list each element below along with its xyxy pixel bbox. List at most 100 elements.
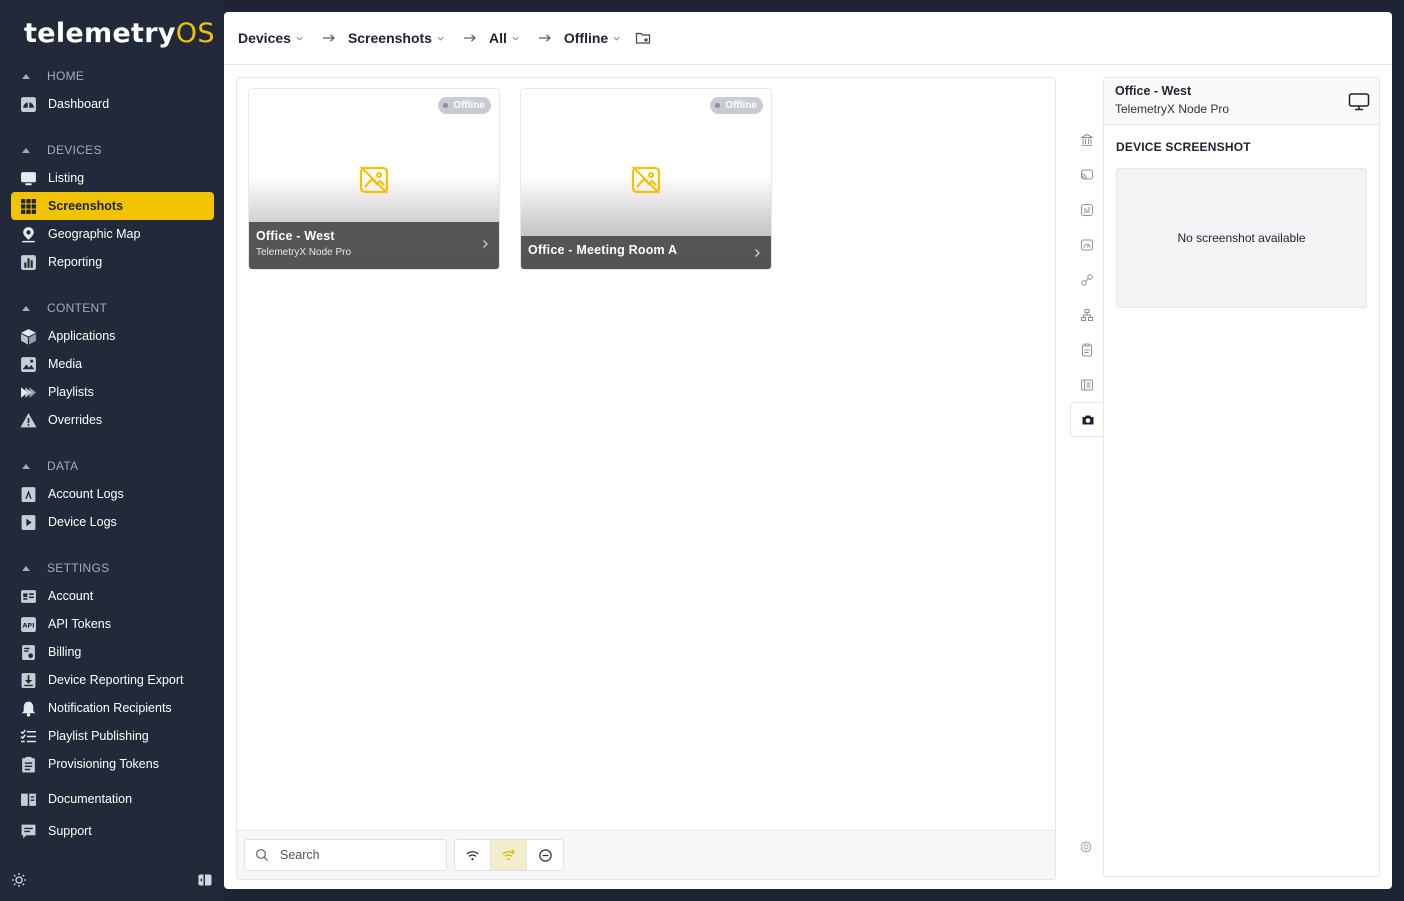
device-card-office-west[interactable]: Offline Office - West TelemetryX Node Pr…: [249, 89, 499, 269]
sidebar-item-label: Playlists: [48, 385, 94, 399]
chat-icon: [20, 823, 37, 840]
image-icon: [20, 356, 37, 373]
chevron-right-icon: [755, 249, 760, 257]
gauge-icon: [1081, 239, 1093, 250]
caret-up-icon: [22, 147, 30, 153]
sidebar-item-applications[interactable]: Applications: [11, 322, 214, 350]
sidebar-item-documentation[interactable]: Documentation: [11, 785, 214, 813]
map-pin-icon: [20, 226, 37, 243]
breadcrumb-offline[interactable]: Offline: [564, 30, 621, 46]
chevron-down-icon: [512, 36, 519, 41]
section-toggle-content[interactable]: CONTENT: [0, 294, 224, 322]
card-footer: Office - Meeting Room A: [521, 236, 771, 269]
main-panel: Devices Screenshots All Offline Offline …: [224, 12, 1392, 889]
device-card-office-meeting-room-a[interactable]: Offline Office - Meeting Room A: [521, 89, 771, 269]
rail-building-button[interactable]: [1070, 122, 1104, 157]
section-label: DEVICES: [47, 143, 102, 157]
sidebar-item-account[interactable]: Account: [11, 582, 214, 610]
device-log-icon: [20, 514, 37, 531]
section-toggle-settings[interactable]: SETTINGS: [0, 554, 224, 582]
online-filter-button[interactable]: [455, 840, 491, 870]
screenshot-grid: Offline Office - West TelemetryX Node Pr…: [236, 77, 1056, 880]
hierarchy-icon: [1081, 308, 1093, 321]
card-device-name: Office - Meeting Room A: [528, 243, 678, 257]
breadcrumb-screenshots[interactable]: Screenshots: [348, 30, 445, 46]
sidebar-item-api-tokens[interactable]: API API Tokens: [11, 610, 214, 638]
sidebar-item-label: Device Reporting Export: [48, 673, 184, 687]
rail-clipboard-button[interactable]: [1070, 332, 1104, 367]
sidebar-item-playlist-publishing[interactable]: Playlist Publishing: [11, 722, 214, 750]
sidebar-item-notification-recipients[interactable]: Notification Recipients: [11, 694, 214, 722]
sidebar-item-reporting[interactable]: Reporting: [11, 248, 214, 276]
sidebar-item-device-reporting-export[interactable]: Device Reporting Export: [11, 666, 214, 694]
sidebar-item-screenshots[interactable]: Screenshots: [11, 192, 214, 220]
chevron-down-icon: [437, 36, 444, 41]
link-icon: [1081, 273, 1093, 286]
logo[interactable]: telemetryOS: [24, 18, 215, 54]
rail-gauge-button[interactable]: [1070, 227, 1104, 262]
sidebar-item-dashboard[interactable]: Dashboard: [11, 90, 214, 118]
info-icon: [1081, 203, 1093, 216]
id-card-icon: [20, 588, 37, 605]
sidebar-item-label: Applications: [48, 329, 116, 343]
empty-state-text: No screenshot available: [1177, 231, 1306, 245]
sidebar-item-overrides[interactable]: Overrides: [11, 406, 214, 434]
monitor-icon: [20, 170, 37, 187]
card-footer: Office - West TelemetryX Node Pro: [249, 222, 499, 269]
chevron-down-icon: [613, 36, 620, 41]
status-badge: Offline: [438, 97, 491, 114]
cast-icon: [1081, 169, 1093, 179]
new-folder-icon[interactable]: [635, 30, 651, 46]
monitor-icon[interactable]: [1348, 92, 1370, 112]
sidebar-item-label: Media: [48, 357, 83, 371]
section-toggle-devices[interactable]: DEVICES: [0, 136, 224, 164]
arrow-right-icon: [463, 34, 476, 42]
sidebar-item-provisioning-tokens[interactable]: Provisioning Tokens: [11, 750, 214, 778]
gear-icon[interactable]: [1079, 840, 1093, 854]
collapse-sidebar-icon[interactable]: [197, 872, 213, 888]
section-toggle-home[interactable]: HOME: [0, 62, 224, 90]
search-icon: [256, 849, 268, 861]
rail-cast-button[interactable]: [1070, 157, 1104, 192]
receipt-icon: [20, 644, 37, 661]
caret-up-icon: [22, 463, 30, 469]
offline-filter-button[interactable]: [491, 840, 527, 870]
theme-toggle-sun-icon[interactable]: [11, 872, 27, 888]
rail-info-button[interactable]: [1070, 192, 1104, 227]
breadcrumb-label: All: [488, 30, 507, 46]
wifi-icon: [466, 850, 479, 860]
sidebar-item-listing[interactable]: Listing: [11, 164, 214, 192]
sidebar-nav: HOME Dashboard DEVICES Listing Screensho…: [0, 62, 224, 845]
sidebar-item-label: Documentation: [48, 792, 133, 806]
sidebar-item-support[interactable]: Support: [11, 817, 214, 845]
sidebar-item-media[interactable]: Media: [11, 350, 214, 378]
sidebar-item-account-logs[interactable]: Account Logs: [11, 480, 214, 508]
chevron-down-icon: [296, 36, 303, 41]
rail-link-button[interactable]: [1070, 262, 1104, 297]
logo-text-telemetry: telemetry: [24, 18, 176, 49]
wifi-off-icon: [502, 849, 515, 860]
bell-icon: [20, 700, 37, 717]
sidebar-item-label: Screenshots: [48, 199, 124, 213]
sidebar-item-device-logs[interactable]: Device Logs: [11, 508, 214, 536]
section-toggle-data[interactable]: DATA: [0, 452, 224, 480]
clipboard-icon: [20, 756, 37, 773]
sidebar-item-geographic-map[interactable]: Geographic Map: [11, 220, 214, 248]
caret-up-icon: [22, 565, 30, 571]
sidebar-item-label: Dashboard: [48, 97, 110, 111]
status-badge-label: Offline: [453, 100, 485, 111]
rail-hierarchy-button[interactable]: [1070, 297, 1104, 332]
api-icon: API: [20, 616, 37, 633]
grid-icon: [20, 198, 37, 215]
breadcrumb-devices[interactable]: Devices: [238, 30, 304, 46]
section-label: CONTENT: [47, 301, 108, 315]
rail-camera-button[interactable]: [1070, 402, 1105, 437]
sidebar-item-playlists[interactable]: Playlists: [11, 378, 214, 406]
sidebar-item-billing[interactable]: Billing: [11, 638, 214, 666]
disabled-filter-button[interactable]: [527, 840, 563, 870]
breadcrumb-all[interactable]: All: [489, 30, 520, 46]
dashboard-icon: [20, 96, 37, 113]
no-image-icon: [631, 166, 661, 194]
rail-list-button[interactable]: [1070, 367, 1104, 402]
search-input[interactable]: [280, 848, 430, 862]
